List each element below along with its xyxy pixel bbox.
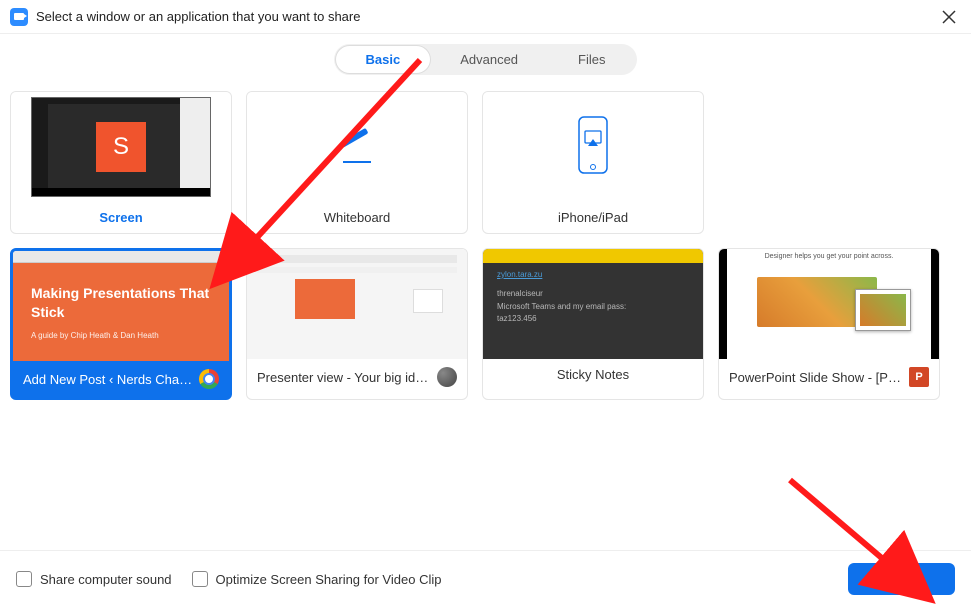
tile-chrome-thumb: Making Presentations That Stick A guide … — [13, 251, 229, 361]
tile-screen[interactable]: S Screen — [10, 91, 232, 234]
tile-sticky-label: Sticky Notes — [483, 359, 703, 390]
checkbox-icon — [192, 571, 208, 587]
chrome-icon — [199, 369, 219, 389]
tile-presenter-view[interactable]: Presenter view - Your big idea - G… — [246, 248, 468, 400]
tile-whiteboard[interactable]: Whiteboard — [246, 91, 468, 234]
zoom-icon — [10, 8, 28, 26]
tile-whiteboard-thumb — [247, 92, 467, 202]
tab-basic[interactable]: Basic — [336, 46, 431, 73]
tab-files[interactable]: Files — [548, 46, 635, 73]
powerpoint-icon: P — [909, 367, 929, 387]
dialog-title: Select a window or an application that y… — [36, 9, 937, 24]
checkbox-optimize-video-label: Optimize Screen Sharing for Video Clip — [216, 572, 442, 587]
checkbox-icon — [16, 571, 32, 587]
tab-group: Basic Advanced Files — [334, 44, 638, 75]
checkbox-share-sound[interactable]: Share computer sound — [16, 571, 172, 587]
tile-screen-label: Screen — [11, 202, 231, 233]
tile-chrome-label: Add New Post ‹ Nerds Chalk — … — [13, 361, 229, 397]
phone-airplay-icon — [573, 115, 613, 180]
tile-sticky-thumb: zylon.tara.zu threnalciseur Microsoft Te… — [483, 249, 703, 359]
close-icon — [942, 10, 956, 24]
checkbox-optimize-video[interactable]: Optimize Screen Sharing for Video Clip — [192, 571, 442, 587]
tile-iphone-ipad[interactable]: iPhone/iPad — [482, 91, 704, 234]
tile-ppt-label: PowerPoint Slide Show - [Present… P — [719, 359, 939, 395]
share-button[interactable]: Share — [848, 563, 955, 595]
app-icon — [437, 367, 457, 387]
pencil-icon — [339, 135, 375, 159]
tile-chrome-window[interactable]: Making Presentations That Stick A guide … — [10, 248, 232, 400]
tile-iphone-label: iPhone/iPad — [483, 202, 703, 233]
tile-sticky-notes[interactable]: zylon.tara.zu threnalciseur Microsoft Te… — [482, 248, 704, 400]
tile-ppt-thumb: Designer helps you get your point across… — [719, 249, 939, 359]
tile-screen-thumb: S — [11, 92, 231, 202]
tab-advanced[interactable]: Advanced — [430, 46, 548, 73]
tile-iphone-thumb — [483, 92, 703, 202]
tile-presenter-label: Presenter view - Your big idea - G… — [247, 359, 467, 395]
tile-presenter-thumb — [247, 249, 467, 359]
close-button[interactable] — [937, 5, 961, 29]
tile-powerpoint[interactable]: Designer helps you get your point across… — [718, 248, 940, 400]
tile-whiteboard-label: Whiteboard — [247, 202, 467, 233]
checkbox-share-sound-label: Share computer sound — [40, 572, 172, 587]
